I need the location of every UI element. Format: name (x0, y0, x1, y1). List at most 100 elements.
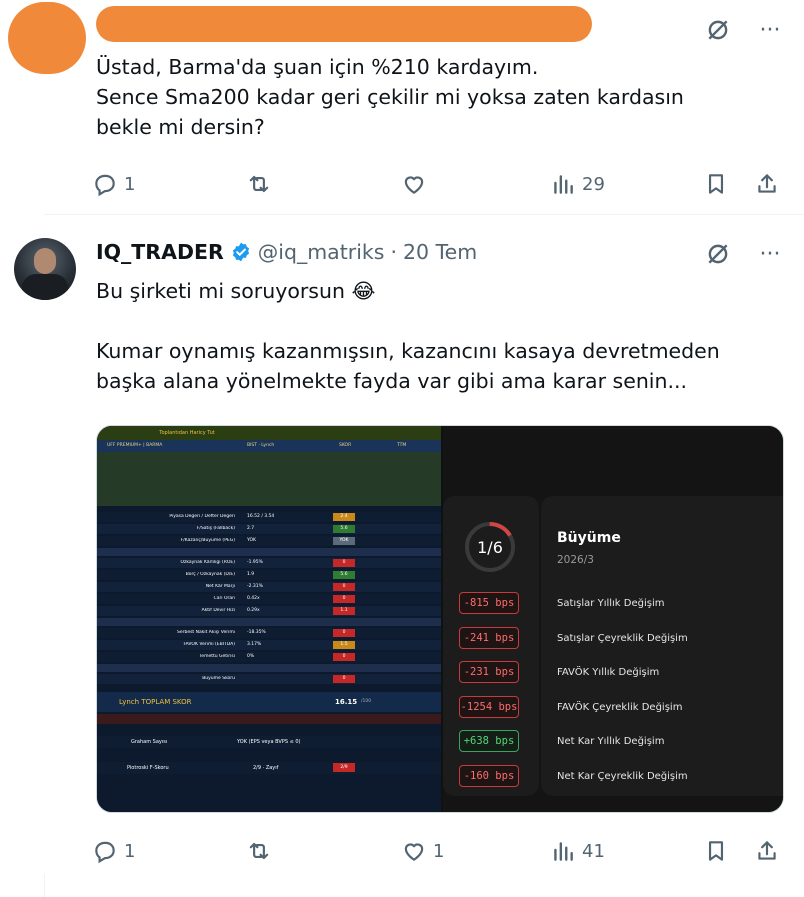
total-label: Lynch TOPLAM SKOR (119, 698, 192, 706)
metric-value: 1.9 (247, 572, 255, 577)
metric-label: FAVÖK Verimi (EBITDA) (183, 642, 235, 647)
avatar[interactable] (14, 238, 76, 300)
growth-image[interactable]: 1/6 -815 bps -241 bps -231 bps -1254 bps +63… (443, 426, 783, 812)
redacted-name (96, 6, 592, 42)
views-button[interactable]: 41 (550, 838, 605, 864)
share-icon (758, 841, 776, 860)
metric-label: F/Kazanç/Büyüme (PEG) (180, 538, 235, 543)
bookmark-button[interactable] (703, 171, 729, 197)
media-grid[interactable]: Toplantıdan Haricy Tut UFF PREMIUM+ | BAR… (96, 425, 784, 813)
metric-value: YOK (247, 538, 256, 543)
growth-label: Net Kar Çeyreklik Değişim (557, 770, 688, 782)
like-button[interactable] (401, 171, 427, 197)
tweet-text: Üstad, Barma'da şuan için %210 kardayım.… (96, 55, 684, 139)
reply-icon (95, 841, 115, 864)
metric-score: YOK (339, 538, 349, 543)
metric-value: 0.42x (247, 596, 260, 601)
banner-text: Toplantıdan Haricy Tut (159, 430, 215, 436)
share-button[interactable] (754, 838, 780, 864)
section-bar (97, 664, 441, 672)
metric-value: 0.29x (247, 608, 260, 613)
divider (44, 874, 45, 897)
views-icon (554, 842, 573, 861)
growth-label: Net Kar Yıllık Değişim (557, 736, 665, 747)
display-name[interactable]: IQ_TRADER (96, 240, 224, 264)
growth-label: Satışlar Yıllık Değişim (557, 598, 665, 609)
metric-label: Borç / Özkaynak (D/E) (185, 572, 235, 577)
tweet-text: Bu şirketi mi soruyorsun 😂 Kumar oynamış… (96, 279, 720, 393)
reply-tweet[interactable]: ··· Üstad, Barma'da şuan için %210 karda… (0, 0, 804, 214)
section-bar (97, 548, 441, 556)
main-tweet[interactable]: IQ_TRADER @iq_matriks · 20 Tem ··· Bu şi… (0, 214, 804, 874)
graham-label: Graham Sayısı (131, 739, 168, 745)
bps-badge: -1254 bps (459, 695, 519, 718)
grok-icon[interactable] (704, 16, 732, 44)
bookmark-button[interactable] (703, 838, 729, 864)
metric-label: Temettü Getirisi (199, 654, 235, 659)
metric-score: 1.1 (340, 608, 348, 613)
metric-score: 0 (342, 560, 346, 565)
metric-value: -18.35% (247, 630, 266, 635)
warning-bar (97, 714, 441, 724)
score-text: 1/6 (477, 537, 503, 557)
reply-count: 1 (124, 840, 136, 862)
metric-label: Serbest Nakit Akışı Verimi (176, 630, 235, 635)
action-bar: 1 29 (90, 166, 786, 202)
reply-button[interactable]: 1 (92, 838, 135, 864)
metric-value: -2.31% (247, 584, 263, 589)
section-bar (97, 618, 441, 626)
metric-score: 2.4 (340, 514, 348, 519)
growth-title: Büyüme (557, 530, 621, 546)
divider (44, 214, 804, 215)
like-count: 1 (433, 840, 445, 862)
grok-icon[interactable] (704, 240, 732, 268)
metric-score: 1.5 (340, 642, 348, 647)
metric-label: Büyüme Skoru (202, 676, 235, 681)
retweet-button[interactable] (246, 838, 272, 864)
metric-label: F/Satış (Fallback) (196, 526, 235, 531)
handle[interactable]: @iq_matriks (258, 240, 385, 264)
metric-label: Piyasa Değeri / Defter Değeri (169, 514, 235, 519)
total-value: 16.15 (335, 698, 358, 706)
growth-period: 2026/3 (557, 554, 594, 566)
reply-button[interactable]: 1 (92, 171, 135, 197)
metric-score: 0 (342, 654, 346, 659)
share-button[interactable] (754, 171, 780, 197)
metric-value: 3.17% (247, 642, 262, 647)
metric-value: 0% (247, 654, 255, 659)
score-card: 1/6 -815 bps -241 bps -231 bps -1254 bps +63… (443, 496, 539, 796)
growth-label: Satışlar Çeyreklik Değişim (557, 632, 688, 644)
more-options-icon[interactable]: ··· (756, 240, 784, 268)
retweet-icon (249, 175, 269, 193)
views-button[interactable]: 29 (550, 171, 605, 197)
total-max: /100 (361, 699, 372, 704)
metric-label: Özkaynak Kârlılığı (ROE) (180, 560, 235, 565)
heart-icon (404, 843, 424, 861)
screener-image[interactable]: Toplantıdan Haricy Tut UFF PREMIUM+ | BAR… (97, 426, 441, 812)
retweet-button[interactable] (246, 171, 272, 197)
views-icon (554, 175, 573, 194)
bookmark-icon (708, 841, 724, 861)
growth-label: FAVÖK Yıllık Değişim (557, 667, 660, 678)
metric-value: 16.52 / 3.54 (247, 514, 275, 519)
metric-label: Cari Oran (213, 596, 235, 601)
redacted-avatar (8, 2, 86, 74)
timestamp[interactable]: 20 Tem (403, 240, 477, 264)
column-header: UFF PREMIUM+ | BARMA (107, 443, 163, 448)
more-options-icon[interactable]: ··· (756, 16, 784, 44)
metric-score: 0 (342, 584, 346, 589)
views-count: 29 (582, 173, 605, 195)
verified-badge-icon (232, 242, 249, 262)
tweet-header: IQ_TRADER @iq_matriks · 20 Tem (96, 240, 477, 264)
reply-icon (95, 174, 115, 197)
retweet-icon (249, 842, 269, 860)
share-icon (758, 174, 776, 193)
bookmark-icon (708, 174, 724, 194)
metric-score: 5.6 (340, 572, 348, 577)
heart-icon (404, 176, 424, 194)
like-button[interactable]: 1 (401, 838, 444, 864)
metric-score: 0 (342, 676, 346, 681)
separator-dot: · (390, 240, 397, 264)
bps-badge: -815 bps (459, 592, 519, 614)
column-header: SKOR (339, 443, 352, 448)
